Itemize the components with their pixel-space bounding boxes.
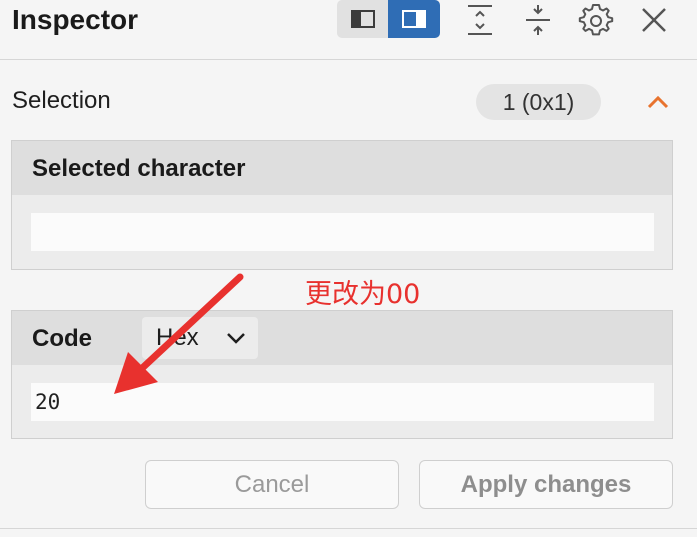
collapse-all-button[interactable] [518, 0, 558, 40]
layout-right-button[interactable] [388, 0, 440, 38]
selection-count-badge: 1 (0x1) [476, 84, 601, 120]
code-input[interactable]: 20 [31, 383, 654, 421]
selection-collapse-button[interactable] [642, 86, 674, 118]
inspector-header: Inspector [0, 0, 697, 60]
layout-toggle [337, 0, 440, 38]
panel-title: Inspector [12, 4, 139, 35]
code-group: Code Hex 20 [11, 310, 673, 439]
chevron-up-icon [647, 95, 669, 109]
code-format-dropdown[interactable]: Hex [142, 317, 258, 359]
layout-left-button[interactable] [337, 0, 388, 38]
sidebar-left-layout-icon [350, 10, 375, 28]
apply-changes-button[interactable]: Apply changes [419, 460, 673, 509]
cancel-button[interactable]: Cancel [145, 460, 399, 509]
selection-section-header[interactable]: Selection 1 (0x1) [0, 60, 697, 140]
chevron-down-icon [226, 328, 246, 348]
annotation-text: 更改为00 [305, 279, 421, 310]
code-title: Code [32, 325, 92, 352]
expand-vertical-icon [468, 5, 492, 35]
selected-character-group: Selected character [11, 140, 673, 270]
close-icon [642, 8, 666, 32]
gear-icon [578, 4, 614, 36]
selected-character-title: Selected character [32, 155, 246, 182]
sidebar-right-layout-icon [402, 10, 426, 28]
bottom-divider [0, 528, 697, 529]
selection-label: Selection [12, 87, 111, 114]
selected-character-header: Selected character [12, 141, 672, 195]
expand-all-button[interactable] [460, 0, 500, 40]
collapse-vertical-icon [526, 5, 550, 35]
code-format-value: Hex [156, 324, 199, 351]
code-value: 20 [35, 390, 61, 414]
code-header: Code Hex [12, 311, 672, 365]
settings-button[interactable] [576, 0, 616, 40]
close-button[interactable] [634, 0, 674, 40]
selected-character-field[interactable] [31, 213, 654, 251]
